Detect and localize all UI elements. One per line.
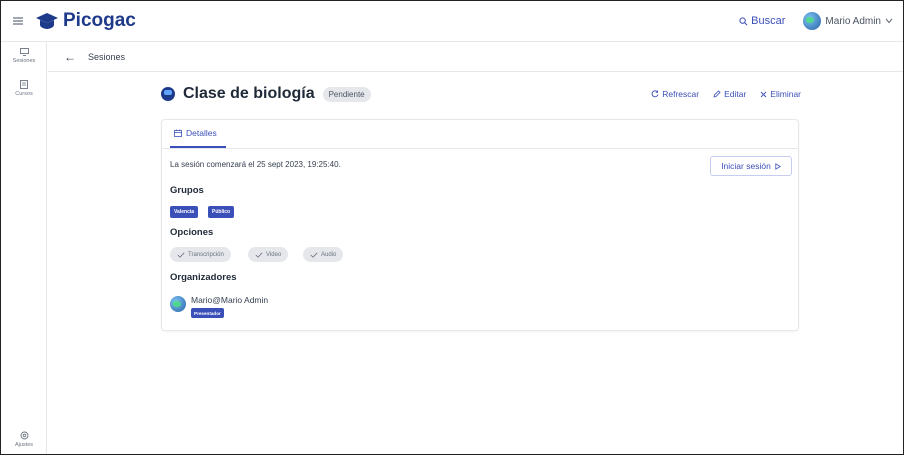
check-icon [310, 252, 318, 258]
book-icon [20, 80, 28, 89]
option-label: Audio [321, 251, 337, 258]
breadcrumb-label: Sesiones [88, 51, 126, 62]
monitor-icon [19, 48, 29, 56]
search-label: Buscar [751, 15, 786, 27]
tab-label: Detalles [186, 128, 217, 138]
organizer-name: Mario@Mario Admin [191, 295, 269, 305]
session-header: Clase de biología Pendiente Refrescar Ed… [161, 81, 801, 107]
refresh-button[interactable]: Refrescar [651, 89, 699, 99]
play-icon [775, 162, 781, 170]
tab-divider [162, 148, 798, 149]
user-name: Mario Admin [825, 15, 881, 27]
option-chip-video[interactable]: Video [248, 247, 289, 262]
options-heading: Opciones [170, 227, 214, 238]
group-tag-valencia: Valencia [170, 206, 199, 218]
option-label: Video [266, 251, 282, 258]
rail-item-cursos[interactable]: Cursos [1, 80, 47, 97]
start-session-button[interactable]: Iniciar sesión [710, 156, 792, 176]
calendar-icon [174, 129, 182, 137]
avatar [170, 296, 186, 312]
close-icon [760, 91, 767, 97]
rail-item-sesiones[interactable]: Sesiones [1, 48, 47, 64]
refresh-icon [651, 90, 659, 98]
top-right-controls: Buscar Mario Admin [739, 12, 903, 30]
rail-item-ajustes[interactable]: Ajustes [1, 431, 47, 448]
session-actions: Refrescar Editar Eliminar [651, 89, 801, 99]
avatar [803, 12, 822, 30]
hamburger-icon[interactable] [1, 17, 35, 25]
option-chip-transcripcion[interactable]: Transcripción [170, 247, 231, 262]
session-details-card: Detalles La sesión comenzará el 25 sept … [161, 119, 799, 331]
refresh-label: Refrescar [662, 89, 700, 99]
group-tag-publico: Público [208, 206, 235, 218]
option-chip-audio[interactable]: Audio [303, 247, 344, 262]
user-menu[interactable]: Mario Admin [803, 12, 893, 30]
side-rail: Sesiones Cursos Ajustes [1, 42, 47, 454]
back-arrow-icon[interactable]: ← [64, 50, 76, 64]
app-logo[interactable]: Picogac [35, 10, 136, 32]
check-icon [177, 252, 185, 258]
organizers-heading: Organizadores [170, 272, 237, 283]
search-button[interactable]: Buscar [739, 15, 785, 27]
edit-button[interactable]: Editar [713, 89, 746, 99]
tab-detalles[interactable]: Detalles [174, 128, 217, 138]
start-session-label: Iniciar sesión [721, 161, 771, 171]
rail-label-ajustes: Ajustes [14, 442, 34, 448]
option-label: Transcripción [188, 251, 224, 258]
start-time-text: La sesión comenzará el 25 sept 2023, 19:… [170, 160, 341, 169]
search-icon [739, 16, 748, 25]
session-icon [161, 87, 175, 101]
edit-label: Editar [724, 89, 747, 99]
groups-heading: Grupos [170, 185, 204, 196]
status-badge: Pendiente [322, 86, 371, 102]
app-window: Picogac Buscar Mario Admin Sesiones Curs… [0, 0, 904, 455]
app-name: Picogac [63, 10, 136, 31]
chevron-down-icon [885, 18, 893, 24]
page-title: Clase de biología [183, 85, 315, 102]
pencil-icon [713, 90, 721, 98]
graduation-cap-icon [36, 13, 58, 29]
rail-label-cursos: Cursos [15, 91, 33, 97]
rail-label-sesiones: Sesiones [12, 58, 36, 64]
role-badge: Presentador [191, 308, 224, 318]
delete-button[interactable]: Eliminar [760, 89, 801, 99]
check-icon [255, 252, 263, 258]
delete-label: Eliminar [770, 89, 801, 99]
top-bar: Picogac Buscar Mario Admin [1, 1, 903, 42]
breadcrumb: ← Sesiones [48, 42, 903, 72]
gear-icon [20, 431, 28, 440]
